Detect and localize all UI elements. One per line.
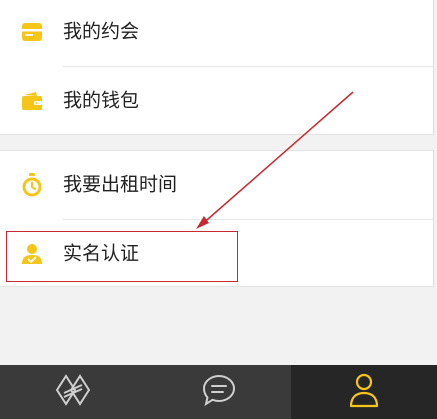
tab-home[interactable] — [0, 365, 146, 419]
menu-item-real-name-verification[interactable]: 实名认证 — [0, 220, 433, 288]
card-icon — [20, 20, 44, 44]
menu-item-my-wallet[interactable]: 我的钱包 — [0, 67, 433, 135]
menu-item-my-appointments[interactable]: 我的约会 — [0, 0, 433, 66]
menu-item-label: 我的约会 — [63, 20, 140, 43]
wallet-icon — [20, 89, 44, 113]
home-logo-icon — [53, 373, 93, 411]
menu-group-rent-verify: 我要出租时间 实名认证 — [0, 150, 434, 287]
menu-item-label: 我要出租时间 — [63, 173, 178, 196]
menu-item-rent-time[interactable]: 我要出租时间 — [0, 151, 433, 219]
menu-item-label: 我的钱包 — [63, 89, 140, 112]
bottom-tab-bar — [0, 365, 437, 419]
tab-messages[interactable] — [146, 365, 292, 419]
chat-bubble-icon — [201, 373, 237, 411]
stopwatch-icon — [20, 173, 44, 197]
tab-profile[interactable] — [291, 365, 437, 419]
user-verified-icon — [20, 242, 44, 266]
menu-group-appointments-wallet: 我的约会 我的钱包 — [0, 0, 434, 135]
profile-icon — [348, 372, 380, 412]
menu-item-label: 实名认证 — [63, 242, 140, 265]
